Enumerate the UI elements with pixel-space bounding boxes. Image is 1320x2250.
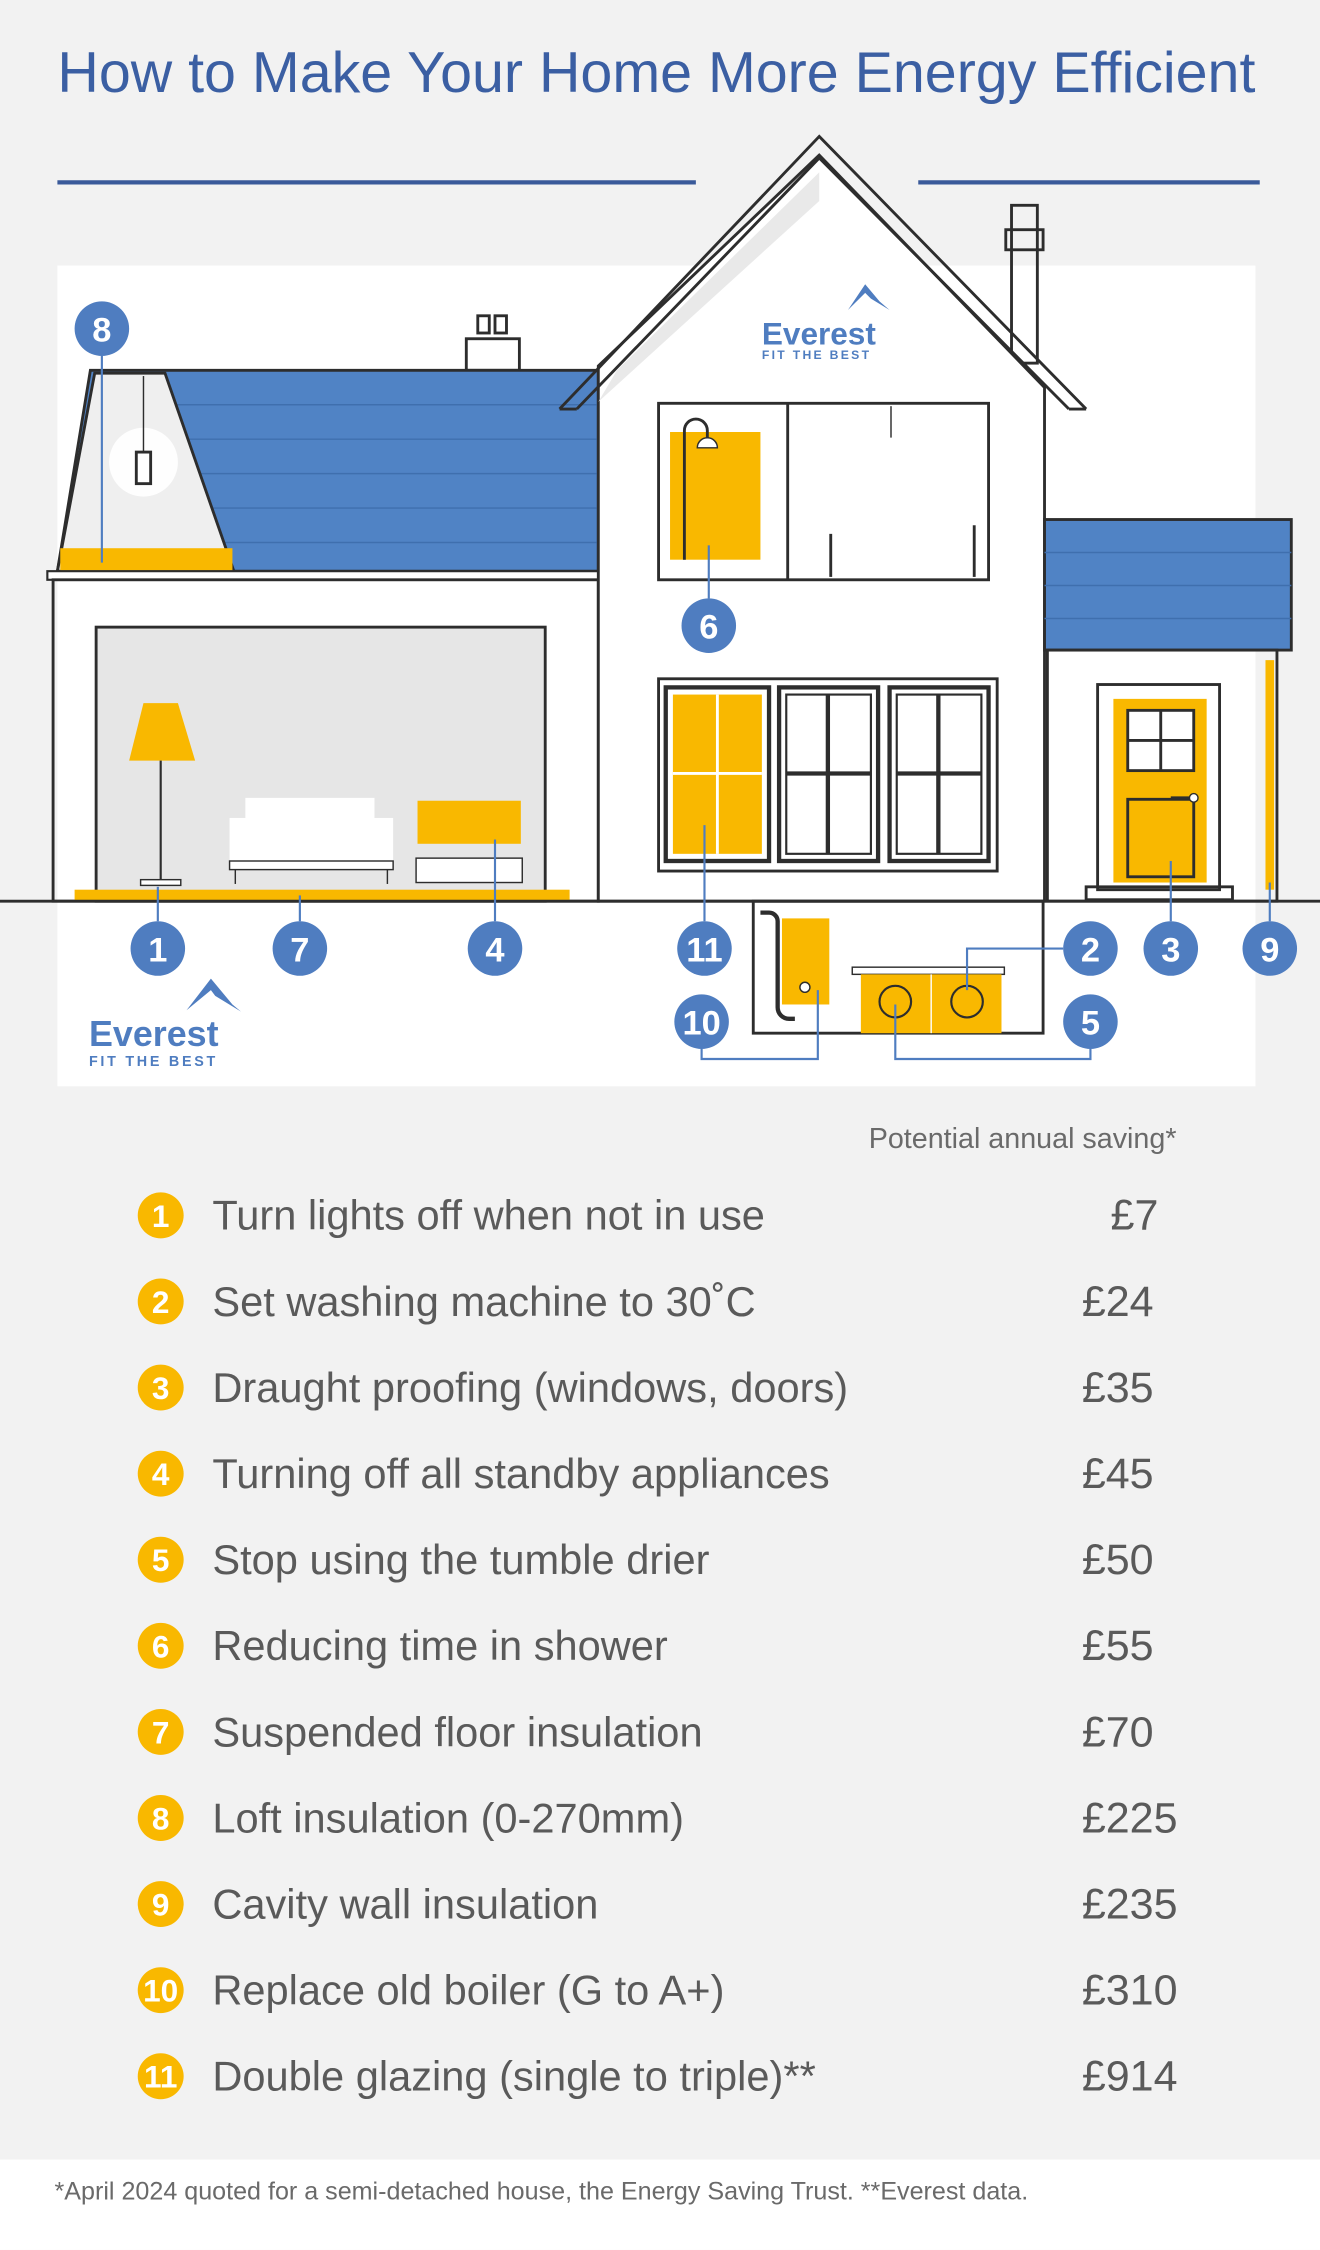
number-badge: 11 bbox=[137, 2053, 184, 2100]
row-value: £35 bbox=[1082, 1364, 1154, 1412]
savings-header: Potential annual saving* bbox=[869, 1123, 1177, 1155]
row-value: £914 bbox=[1082, 2053, 1178, 2101]
window-pane bbox=[776, 685, 881, 864]
svg-text:9: 9 bbox=[1260, 931, 1279, 969]
svg-text:FIT THE BEST: FIT THE BEST bbox=[762, 348, 871, 362]
number-badge: 4 bbox=[137, 1450, 184, 1497]
number-badge: 10 bbox=[137, 1967, 184, 2014]
svg-text:FIT THE BEST: FIT THE BEST bbox=[89, 1054, 218, 1070]
row-value: £55 bbox=[1082, 1622, 1154, 1670]
badge-6: 6 bbox=[681, 598, 737, 653]
number-badge: 5 bbox=[137, 1536, 184, 1583]
row-label: Suspended floor insulation bbox=[212, 1708, 702, 1755]
number-badge: 1 bbox=[137, 1192, 184, 1239]
row-label: Draught proofing (windows, doors) bbox=[212, 1364, 848, 1411]
row-label: Stop using the tumble drier bbox=[212, 1536, 709, 1583]
lamp-base bbox=[139, 878, 182, 887]
row-value: £24 bbox=[1082, 1278, 1154, 1326]
badge-1: 1 bbox=[130, 921, 186, 976]
row-label: Turn lights off when not in use bbox=[212, 1192, 765, 1239]
badge-5: 5 bbox=[1063, 994, 1118, 1049]
svg-text:11: 11 bbox=[144, 2059, 177, 2095]
window-pane bbox=[887, 685, 991, 864]
footnote: *April 2024 quoted for a semi-detached h… bbox=[55, 2178, 1029, 2206]
badge-8: 8 bbox=[74, 301, 130, 356]
svg-text:8: 8 bbox=[152, 1800, 170, 1836]
number-badge: 2 bbox=[137, 1278, 184, 1325]
badge-2: 2 bbox=[1063, 921, 1118, 976]
row-label: Replace old boiler (G to A+) bbox=[212, 1967, 724, 2014]
house-diagram: Everest FIT THE BEST Everest FIT THE BES… bbox=[0, 134, 1320, 1087]
badge-3: 3 bbox=[1143, 921, 1199, 976]
porch-roof bbox=[1043, 518, 1293, 652]
number-badge: 3 bbox=[137, 1364, 184, 1411]
svg-text:7: 7 bbox=[290, 931, 309, 969]
svg-text:6: 6 bbox=[152, 1628, 170, 1664]
row-value: £7 bbox=[1111, 1192, 1159, 1240]
badge-9: 9 bbox=[1242, 921, 1298, 976]
svg-text:11: 11 bbox=[686, 931, 722, 969]
row-value: £225 bbox=[1082, 1794, 1178, 1842]
number-badge: 7 bbox=[137, 1708, 184, 1755]
bed-icon bbox=[839, 538, 976, 567]
svg-text:5: 5 bbox=[1081, 1005, 1100, 1043]
number-badge: 9 bbox=[137, 1881, 184, 1928]
badge-4: 4 bbox=[467, 921, 523, 976]
row-value: £45 bbox=[1082, 1450, 1154, 1498]
row-label: Turning off all standby appliances bbox=[212, 1450, 829, 1497]
badge-7: 7 bbox=[272, 921, 328, 976]
svg-text:1: 1 bbox=[148, 931, 167, 969]
worktop bbox=[851, 966, 1006, 976]
tv-icon bbox=[417, 800, 521, 844]
boiler-dial bbox=[799, 981, 811, 993]
svg-text:10: 10 bbox=[682, 1005, 720, 1043]
svg-text:1: 1 bbox=[152, 1198, 170, 1234]
infographic: How to Make Your Home More Energy Effici… bbox=[0, 0, 1320, 2250]
number-badge: 8 bbox=[137, 1795, 184, 1841]
row-label: Set washing machine to 30˚C bbox=[212, 1278, 755, 1325]
row-label: Cavity wall insulation bbox=[212, 1880, 598, 1927]
badge-11: 11 bbox=[677, 921, 732, 976]
svg-text:Everest: Everest bbox=[89, 1014, 219, 1054]
badge-10: 10 bbox=[674, 994, 729, 1049]
svg-text:9: 9 bbox=[152, 1887, 170, 1923]
svg-text:7: 7 bbox=[152, 1714, 170, 1750]
tv-stand bbox=[415, 857, 523, 884]
page-title: How to Make Your Home More Energy Effici… bbox=[57, 41, 1255, 105]
cavity-wall-insulation bbox=[1265, 660, 1275, 890]
door-handle bbox=[1188, 792, 1199, 803]
svg-text:4: 4 bbox=[485, 931, 504, 969]
number-badge: 6 bbox=[137, 1622, 184, 1669]
svg-text:2: 2 bbox=[152, 1284, 170, 1320]
row-value: £310 bbox=[1082, 1967, 1178, 2015]
row-value: £50 bbox=[1082, 1536, 1154, 1584]
row-label: Double glazing (single to triple)** bbox=[212, 2053, 815, 2100]
svg-text:6: 6 bbox=[699, 609, 718, 647]
light-bulb-icon bbox=[134, 450, 153, 486]
svg-text:Everest: Everest bbox=[762, 315, 876, 351]
svg-text:5: 5 bbox=[152, 1542, 170, 1578]
svg-text:4: 4 bbox=[152, 1456, 170, 1492]
window-pane-glazed bbox=[663, 685, 772, 864]
svg-text:10: 10 bbox=[143, 1973, 178, 2009]
svg-text:3: 3 bbox=[152, 1370, 170, 1406]
svg-text:8: 8 bbox=[92, 312, 111, 350]
loft-insulation bbox=[60, 548, 233, 572]
row-value: £70 bbox=[1082, 1708, 1154, 1756]
row-label: Reducing time in shower bbox=[212, 1622, 668, 1669]
svg-text:2: 2 bbox=[1081, 931, 1100, 969]
row-value: £235 bbox=[1082, 1880, 1178, 1928]
svg-text:3: 3 bbox=[1161, 931, 1180, 969]
row-label: Loft insulation (0-270mm) bbox=[212, 1794, 684, 1841]
